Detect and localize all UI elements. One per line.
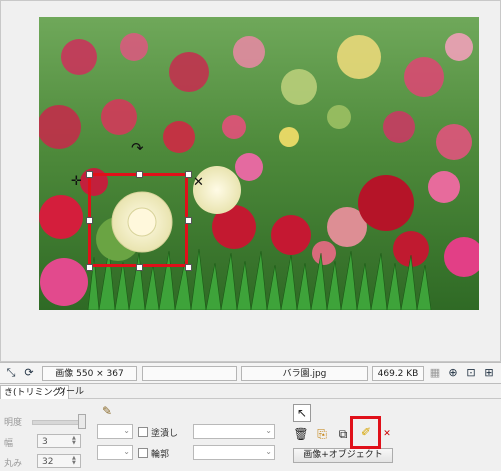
outline-color-combo[interactable]: ⌄ (97, 445, 133, 460)
zoom-actual-icon[interactable]: ⊞ (482, 366, 496, 380)
status-bar: ⤡ ⟳ 画像 550 × 367 バラ園.jpg 469.2 KB ▦ ⊕ ⊡ … (0, 362, 501, 384)
rotate-icon[interactable]: ↷ (131, 141, 144, 156)
outline-style-combo[interactable]: ⌄ (193, 445, 275, 460)
opacity-label: 明度 (4, 418, 23, 428)
grid-pattern-icon[interactable]: ▦ (428, 366, 442, 380)
fill-checkbox[interactable] (138, 427, 148, 437)
outline-checkbox[interactable] (138, 448, 148, 458)
width-value: 3 (42, 437, 48, 447)
filename-label: バラ園.jpg (241, 366, 368, 381)
paste-icon[interactable]: ⎘ (314, 426, 330, 442)
image-canvas-area[interactable]: ↷ ✕ ✛ (0, 0, 501, 362)
round-stepper-arrows[interactable]: ▲ ▼ (72, 456, 79, 466)
expand-icon[interactable]: ⤡ (4, 366, 18, 380)
opacity-slider-track[interactable] (32, 420, 84, 425)
filesize-label: 469.2 KB (372, 366, 424, 381)
fill-color-combo[interactable]: ⌄ (97, 424, 133, 439)
zoom-fit-icon[interactable]: ⊡ (464, 366, 478, 380)
selection-handle-bottom-right[interactable] (185, 264, 192, 271)
move-cross-icon[interactable]: ✛ (71, 175, 82, 188)
highlight-frame (350, 416, 381, 449)
tab-strip: き(トリミング) ツール (0, 384, 501, 400)
refresh-icon[interactable]: ⟳ (22, 366, 36, 380)
selection-handle-top-right[interactable] (185, 171, 192, 178)
copy-icon[interactable]: ⧉ (335, 426, 351, 442)
selection-handle-right[interactable] (185, 217, 192, 224)
image-object-button[interactable]: 画像+オブジェクト (293, 448, 393, 463)
width-label: 幅 (4, 439, 14, 449)
close-x-icon[interactable]: ✕ (193, 176, 204, 189)
delete-mark-icon[interactable]: ✕ (379, 426, 395, 442)
image-size-info: 画像 550 × 367 (42, 366, 137, 381)
status-empty-cell (142, 366, 237, 381)
fill-label: 塗潰し (151, 429, 179, 439)
selection-handle-top-left[interactable] (86, 171, 93, 178)
round-value: 32 (42, 457, 54, 467)
round-label: 丸み (4, 459, 23, 469)
selection-handle-top[interactable] (136, 171, 143, 178)
fill-style-combo[interactable]: ⌄ (193, 424, 275, 439)
round-stepper[interactable]: 32 ▲ ▼ (37, 454, 81, 468)
selection-handle-left[interactable] (86, 217, 93, 224)
trash-icon[interactable]: 🗑 (293, 426, 309, 442)
trim-selection-frame[interactable] (88, 173, 188, 267)
opacity-slider-thumb[interactable] (78, 414, 86, 429)
width-stepper[interactable]: 3 ▲ ▼ (37, 434, 81, 448)
trim-options-panel: 明度 幅 3 ▲ ▼ 丸み 32 ▲ ▼ ✎ ⌄ 塗潰し ⌄ ⌄ 輪郭 ⌄ ↖ 🗑 … (0, 399, 501, 471)
width-stepper-arrows[interactable]: ▲ ▼ (72, 436, 79, 446)
pen-icon[interactable]: ✎ (102, 405, 112, 418)
selection-handle-bottom[interactable] (136, 264, 143, 271)
tab-tools[interactable]: ツール (54, 385, 87, 399)
selection-handle-bottom-left[interactable] (86, 264, 93, 271)
pointer-arrow-icon[interactable]: ↖ (293, 404, 311, 422)
zoom-in-icon[interactable]: ⊕ (446, 366, 460, 380)
outline-label: 輪郭 (151, 450, 170, 460)
